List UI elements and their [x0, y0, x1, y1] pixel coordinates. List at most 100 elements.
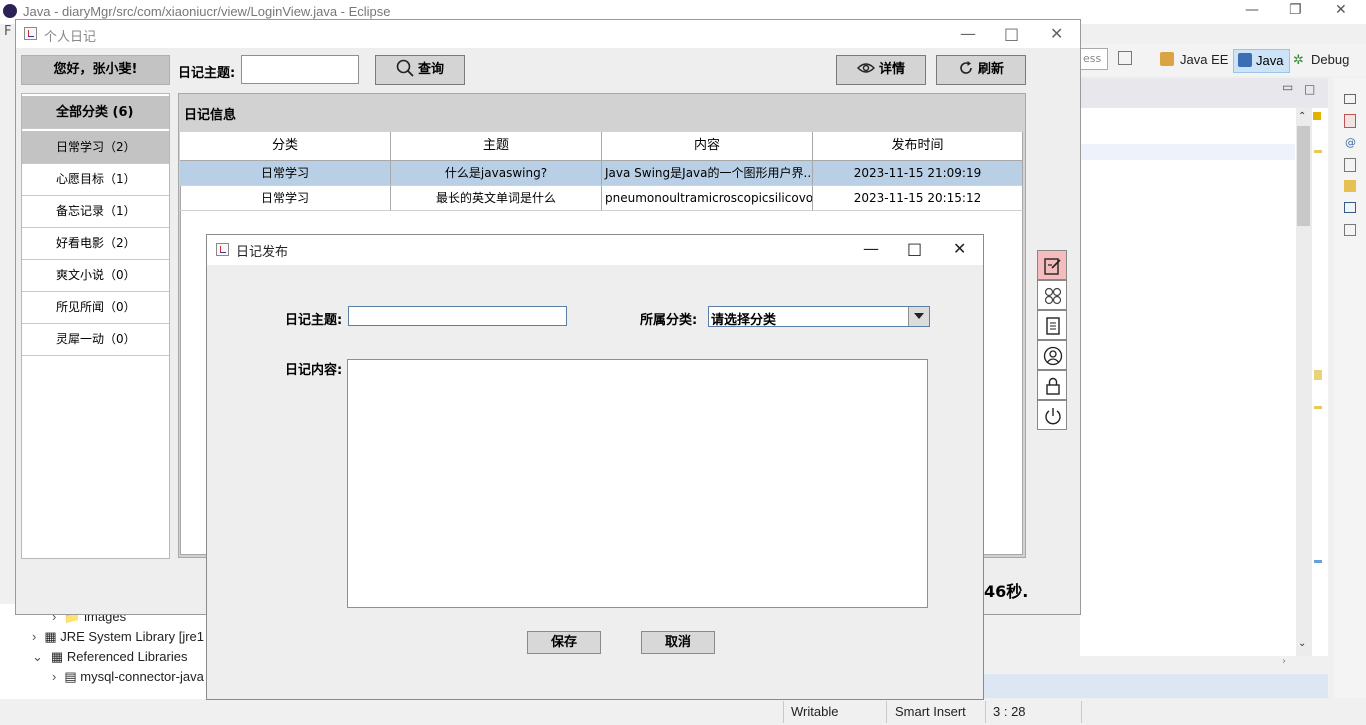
debug-icon: ✲	[1293, 53, 1304, 68]
minimize-icon[interactable]: —	[1245, 2, 1259, 18]
right-trim-stack: @	[1334, 78, 1366, 698]
tree-item-referenced-libraries[interactable]: ⌄ ▦ Referenced Libraries	[32, 649, 188, 665]
subject-input[interactable]	[348, 306, 567, 326]
java-perspective-icon	[1238, 53, 1252, 67]
category-item[interactable]: 日常学习（2）	[22, 131, 169, 164]
restore-icon[interactable]: ❐	[1289, 2, 1302, 18]
eclipse-logo-icon	[3, 4, 17, 18]
java-app-icon	[24, 27, 37, 40]
detail-button[interactable]: 详情	[836, 55, 926, 85]
close-icon[interactable]: ✕	[1050, 26, 1063, 42]
category-item[interactable]: 备忘记录（1）	[22, 196, 169, 228]
status-writable: Writable	[791, 704, 839, 719]
document-icon[interactable]	[1037, 310, 1067, 340]
close-icon[interactable]: ✕	[953, 241, 966, 257]
open-perspective-icon[interactable]	[1118, 51, 1132, 65]
status-cursor-position: 3 : 28	[993, 704, 1026, 719]
current-line-highlight	[1080, 144, 1295, 160]
overview-marker	[1314, 150, 1322, 153]
scroll-up-icon[interactable]: ⌃	[1298, 111, 1306, 122]
column-header[interactable]: 发布时间	[813, 132, 1023, 161]
query-button-label: 查询	[417, 62, 444, 77]
scrollbar-thumb[interactable]	[1297, 126, 1310, 226]
main-window-titlebar: 个人日记 — □ ✕	[16, 20, 1080, 48]
column-header[interactable]: 内容	[602, 132, 813, 161]
table-cell[interactable]: 日常学习	[180, 186, 391, 211]
save-button[interactable]: 保存	[527, 631, 601, 654]
table-cell[interactable]: 2023-11-15 20:15:12	[813, 186, 1023, 211]
dialog-titlebar: — □ ✕	[207, 235, 983, 265]
category-item[interactable]: 所见所闻（0）	[22, 292, 169, 324]
scroll-right-icon[interactable]: ›	[1282, 656, 1286, 667]
eclipse-status-bar	[0, 699, 1366, 725]
console-icon[interactable]	[1344, 202, 1356, 213]
content-textarea[interactable]	[347, 359, 928, 608]
minimize-view-icon[interactable]: ▭	[1282, 80, 1293, 94]
table-cell[interactable]: 什么是javaswing?	[391, 161, 602, 186]
minimize-icon[interactable]: —	[960, 26, 976, 42]
bottom-tab-strip	[983, 674, 1328, 698]
maximize-view-icon[interactable]: □	[1304, 82, 1315, 96]
overview-marker	[1314, 370, 1322, 380]
outline-icon[interactable]	[1344, 114, 1356, 128]
editor-area[interactable]	[1080, 108, 1328, 656]
overview-marker	[1314, 406, 1322, 409]
category-item[interactable]: 爽文小说（0）	[22, 260, 169, 292]
greeting-label: 您好，张小斐!	[21, 55, 170, 85]
user-icon[interactable]	[1037, 340, 1067, 370]
edit-icon[interactable]	[1037, 250, 1067, 280]
tree-item-jre[interactable]: › ▦ JRE System Library [jre1	[32, 629, 204, 645]
eclipse-title-text: Java - diaryMgr/src/com/xiaoniucr/view/L…	[23, 4, 391, 19]
java-ee-icon	[1160, 52, 1174, 66]
tasks-icon[interactable]	[1344, 180, 1356, 192]
category-item[interactable]: 心愿目标（1）	[22, 164, 169, 196]
dialog-title: 日记发布	[236, 245, 289, 260]
table-cell[interactable]: 2023-11-15 21:09:19	[813, 161, 1023, 186]
column-header[interactable]: 主题	[391, 132, 602, 161]
search-icon	[396, 56, 414, 83]
quick-access-input[interactable]: ess	[1080, 48, 1108, 70]
minimize-icon[interactable]: —	[863, 241, 879, 257]
subject-label: 日记主题:	[285, 313, 343, 328]
java-app-icon	[216, 243, 229, 256]
category-select[interactable]: 请选择分类	[708, 306, 930, 328]
overview-warning-icon	[1313, 112, 1321, 120]
table-cell[interactable]: 最长的英文单词是什么	[391, 186, 602, 211]
detail-button-label: 详情	[878, 62, 905, 77]
cancel-button[interactable]: 取消	[641, 631, 715, 654]
scroll-down-icon[interactable]: ⌄	[1298, 638, 1306, 649]
chevron-down-icon[interactable]	[908, 307, 929, 326]
query-button[interactable]: 查询	[375, 55, 465, 85]
column-header[interactable]: 分类	[180, 132, 391, 161]
javadoc-icon[interactable]: @	[1345, 136, 1356, 149]
search-label: 日记主题:	[178, 66, 236, 81]
declaration-icon[interactable]	[1344, 158, 1356, 172]
perspective-java[interactable]: Java	[1233, 49, 1290, 73]
main-window-title: 个人日记	[44, 30, 97, 45]
maximize-icon[interactable]: □	[907, 241, 922, 257]
tree-item-mysql-connector[interactable]: › ▤ mysql-connector-java	[52, 669, 204, 685]
stat-text-partial: 46秒.	[984, 582, 1029, 601]
table-cell[interactable]: pneumonoultramicroscopicsilicovol...	[602, 186, 813, 211]
clover-icon[interactable]	[1037, 280, 1067, 310]
refresh-button[interactable]: 刷新	[936, 55, 1026, 85]
category-item[interactable]: 好看电影（2）	[22, 228, 169, 260]
lock-icon[interactable]	[1037, 370, 1067, 400]
restore-icon[interactable]	[1344, 94, 1356, 104]
category-all[interactable]: 全部分类 (6)	[22, 96, 169, 129]
progress-icon[interactable]	[1344, 224, 1356, 236]
category-item[interactable]: 灵犀一动（0）	[22, 324, 169, 356]
editor-tab-bar: ▭ □	[1080, 78, 1328, 108]
perspective-debug[interactable]: Debug	[1311, 52, 1349, 67]
eclipse-menu-partial[interactable]: F	[4, 24, 11, 39]
table-cell[interactable]: Java Swing是Java的一个图形用户界...	[602, 161, 813, 186]
search-input[interactable]	[241, 55, 359, 84]
power-icon[interactable]	[1037, 400, 1067, 430]
perspective-java-ee[interactable]: Java EE	[1180, 52, 1228, 67]
status-insert-mode: Smart Insert	[895, 704, 966, 719]
refresh-icon	[958, 56, 974, 83]
maximize-icon[interactable]: □	[1004, 26, 1019, 42]
table-cell[interactable]: 日常学习	[180, 161, 391, 186]
panel-title: 日记信息	[184, 108, 237, 123]
close-icon[interactable]: ✕	[1335, 2, 1347, 18]
